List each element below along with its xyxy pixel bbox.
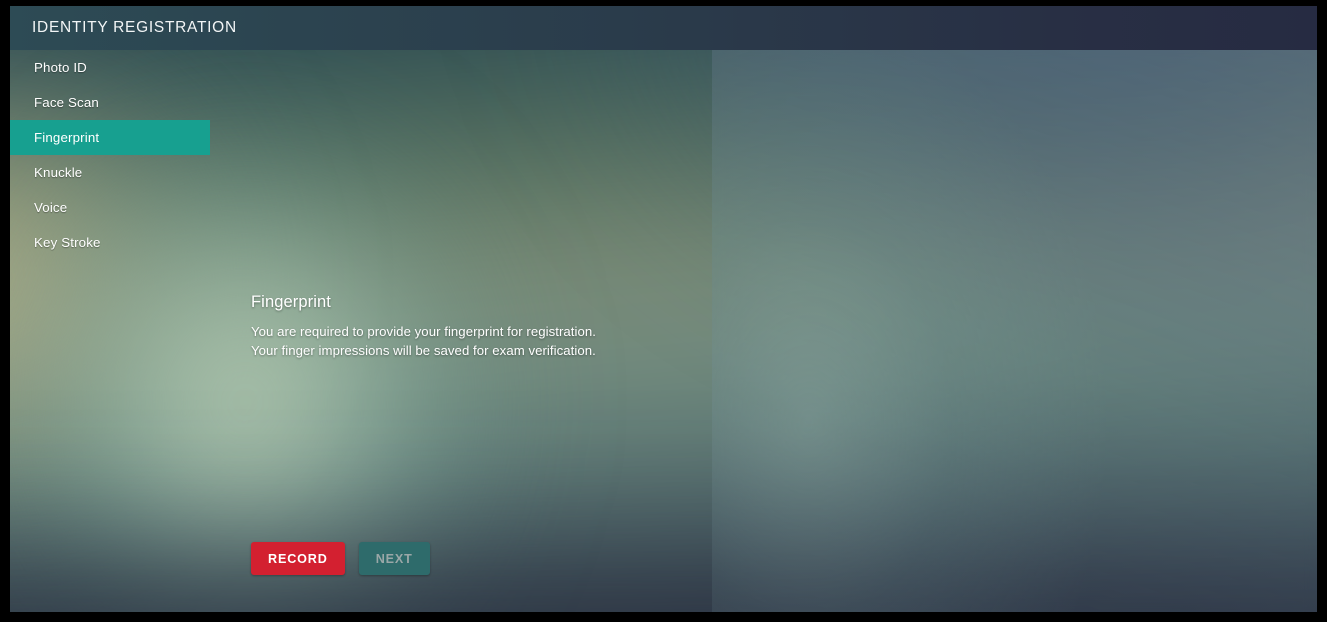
main-content: Fingerprint You are required to provide … — [210, 50, 1317, 612]
page-title: IDENTITY REGISTRATION — [32, 19, 237, 36]
application-window: IDENTITY REGISTRATION Photo ID Face Scan… — [10, 6, 1317, 612]
sidebar-item-label: Knuckle — [34, 165, 83, 180]
sidebar-item-voice[interactable]: Voice — [10, 190, 210, 225]
sidebar-item-fingerprint[interactable]: Fingerprint — [10, 120, 210, 155]
sidebar-item-face-scan[interactable]: Face Scan — [10, 85, 210, 120]
sidebar-item-photo-id[interactable]: Photo ID — [10, 50, 210, 85]
sidebar-item-knuckle[interactable]: Knuckle — [10, 155, 210, 190]
sidebar-item-label: Voice — [34, 200, 68, 215]
sidebar-item-label: Fingerprint — [34, 130, 100, 145]
sidebar-nav: Photo ID Face Scan Fingerprint Knuckle V… — [10, 50, 210, 612]
panel-heading: Fingerprint — [251, 293, 331, 311]
next-button[interactable]: NEXT — [358, 542, 430, 575]
record-button[interactable]: RECORD — [251, 542, 345, 575]
sidebar-item-label: Key Stroke — [34, 235, 101, 250]
sidebar-item-label: Photo ID — [34, 60, 87, 75]
description-line-1: You are required to provide your fingerp… — [251, 324, 596, 339]
sidebar-item-key-stroke[interactable]: Key Stroke — [10, 225, 210, 260]
sidebar-item-label: Face Scan — [34, 95, 99, 110]
app-header: IDENTITY REGISTRATION — [10, 6, 1317, 50]
action-bar: RECORD NEXT — [251, 542, 430, 575]
description-line-2: Your finger impressions will be saved fo… — [251, 343, 596, 358]
panel-description: You are required to provide your fingerp… — [251, 322, 596, 360]
